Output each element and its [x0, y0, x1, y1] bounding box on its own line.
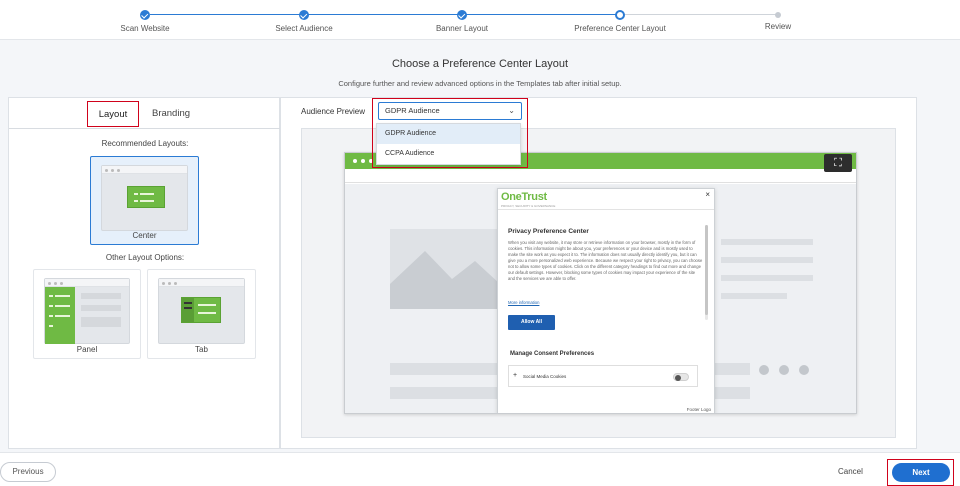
audience-select[interactable]: GDPR Audience ⌄ [378, 102, 522, 120]
cookie-category-label: Social Media Cookies [523, 374, 567, 379]
step-label: Banner Layout [435, 24, 489, 33]
mockup-dot [779, 365, 789, 375]
preview-frame: ⛶ OneTrust PRIVACY, SECURITY & GOVERNANC… [301, 128, 896, 438]
check-icon [457, 10, 467, 20]
check-icon [299, 10, 309, 20]
tab-layout[interactable]: Layout [87, 101, 139, 127]
other-layout-options-title: Other Layout Options: [105, 253, 185, 262]
check-icon [140, 10, 150, 20]
page-title: Choose a Preference Center Layout [391, 58, 569, 70]
pending-step-icon [775, 12, 781, 18]
cookie-toggle[interactable] [673, 373, 689, 381]
mockup-nav [345, 169, 856, 183]
thumbnail-modal [127, 186, 165, 208]
privacy-center-description: When you visit any website, it may store… [508, 240, 703, 281]
website-mockup: ⛶ OneTrust PRIVACY, SECURITY & GOVERNANC… [344, 152, 857, 414]
privacy-center-title: Privacy Preference Center [508, 228, 589, 235]
thumbnail-tab-modal [181, 297, 221, 323]
step-label: Scan Website [120, 24, 170, 33]
step-select-audience[interactable]: Select Audience [234, 10, 374, 33]
expand-icon[interactable]: + [513, 372, 517, 379]
audience-preview-label: Audience Preview [301, 107, 366, 116]
mockup-text-line [721, 257, 813, 263]
footer-logo-image: Footer Logo [686, 407, 711, 412]
audience-select-value: GDPR Audience [385, 106, 440, 115]
mockup-text-line [721, 293, 787, 299]
step-label: Select Audience [275, 24, 333, 33]
audience-dropdown-menu: GDPR Audience CCPA Audience [376, 123, 521, 165]
thumbnail-side-panel [45, 287, 75, 344]
dropdown-option-ccpa[interactable]: CCPA Audience [377, 144, 520, 164]
tab-layout-thumbnail [158, 278, 245, 344]
layout-card-center[interactable]: Center [90, 156, 199, 245]
current-step-icon [615, 10, 625, 20]
layout-card-label: Tab [195, 345, 208, 354]
wizard-footer: Previous Cancel Next [0, 452, 960, 486]
onetrust-tagline: PRIVACY, SECURITY & GOVERNANCE [501, 204, 556, 208]
step-scan-website[interactable]: Scan Website [75, 10, 215, 33]
tab-branding[interactable]: Branding [145, 101, 197, 127]
layout-card-label: Center [132, 231, 157, 240]
step-banner-layout[interactable]: Banner Layout [392, 10, 532, 33]
cookie-category-row[interactable]: + Social Media Cookies [508, 365, 698, 387]
close-icon[interactable]: × [705, 190, 710, 199]
dropdown-option-gdpr[interactable]: GDPR Audience [377, 124, 520, 144]
fullscreen-icon[interactable]: ⛶ [824, 154, 852, 172]
recommended-layouts-title: Recommended Layouts: [101, 139, 189, 148]
step-preference-center-layout[interactable]: Preference Center Layout [550, 10, 690, 33]
mockup-dot [799, 365, 809, 375]
layout-options-panel: Layout Branding Recommended Layouts: Cen… [8, 97, 281, 449]
step-label: Review [764, 22, 792, 31]
divider [498, 209, 714, 210]
more-information-link[interactable]: More information [508, 300, 539, 305]
previous-button[interactable]: Previous [0, 462, 56, 482]
mockup-dot [759, 365, 769, 375]
panel-layout-thumbnail [44, 278, 130, 344]
mountain-image-placeholder [390, 229, 500, 309]
next-button[interactable]: Next [892, 463, 950, 482]
chevron-down-icon: ⌄ [508, 106, 515, 115]
layout-card-tab[interactable]: Tab [147, 269, 256, 359]
progress-stepper: Scan Website Select Audience Banner Layo… [0, 0, 960, 40]
layout-card-label: Panel [76, 345, 98, 354]
manage-consent-title: Manage Consent Preferences [510, 351, 595, 357]
step-label: Preference Center Layout [574, 24, 666, 33]
panel-tabs: Layout Branding [9, 98, 281, 129]
preference-center-modal: OneTrust PRIVACY, SECURITY & GOVERNANCE … [497, 188, 715, 413]
step-review[interactable]: Review [708, 10, 848, 31]
modal-scrollbar[interactable] [705, 225, 708, 320]
page-subtitle: Configure further and review advanced op… [338, 79, 622, 88]
mockup-text-line [721, 239, 813, 245]
onetrust-logo: OneTrust [501, 191, 547, 203]
mockup-text-line [721, 275, 813, 281]
cancel-button[interactable]: Cancel [838, 467, 863, 476]
center-layout-thumbnail [101, 165, 188, 231]
layout-card-panel[interactable]: Panel [33, 269, 141, 359]
allow-all-button[interactable]: Allow All [508, 315, 555, 330]
